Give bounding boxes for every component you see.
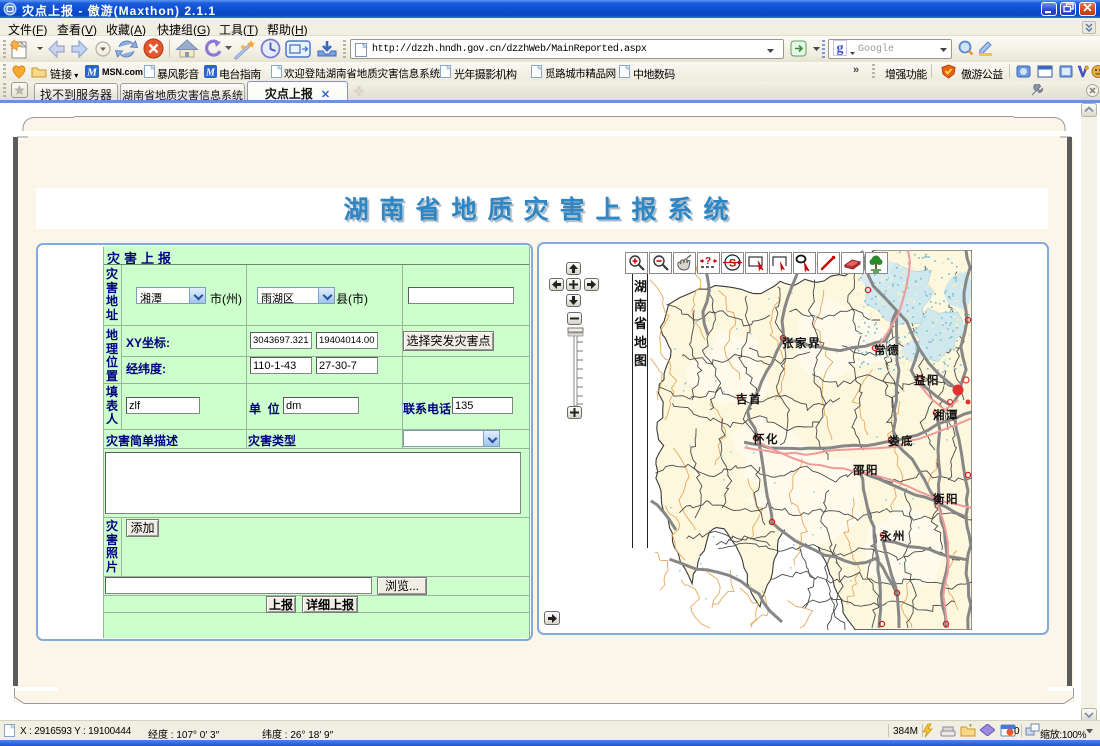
svg-text:吉首: 吉首 — [736, 391, 762, 407]
svg-text:益阳: 益阳 — [914, 372, 940, 388]
svg-text:怀化: 怀化 — [753, 431, 779, 447]
svg-text:S: S — [729, 258, 736, 270]
svg-text:邵阳: 邵阳 — [852, 462, 879, 478]
svg-text:湘潭: 湘潭 — [933, 407, 959, 423]
svg-text:M: M — [86, 67, 98, 79]
svg-text:张家界: 张家界 — [782, 335, 821, 351]
svg-text:衡阳: 衡阳 — [933, 491, 959, 507]
svg-text:永州: 永州 — [879, 528, 906, 544]
svg-text:?: ? — [705, 256, 711, 267]
svg-text:娄底: 娄底 — [888, 433, 914, 449]
svg-text:M: M — [205, 68, 216, 79]
svg-text:常德: 常德 — [874, 342, 900, 358]
